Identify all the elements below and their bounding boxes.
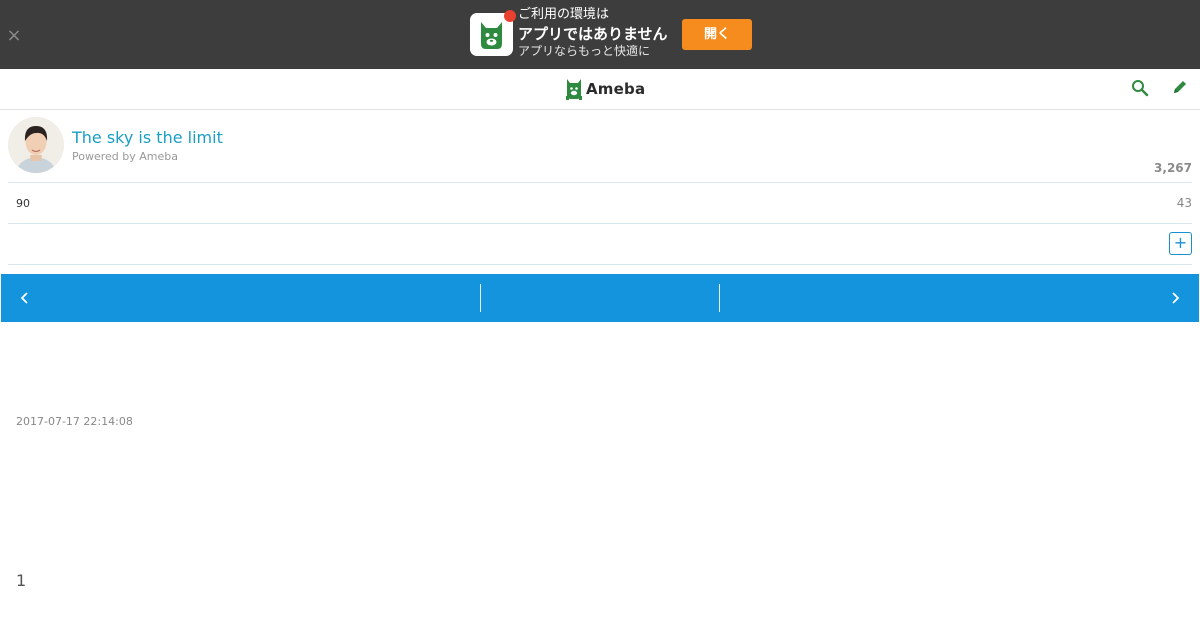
article-pager xyxy=(1,274,1199,322)
pager-center-section[interactable] xyxy=(481,274,719,322)
open-app-button[interactable]: 開く xyxy=(682,19,752,50)
chevron-left-icon[interactable] xyxy=(1,274,49,322)
follow-plus-button[interactable]: + xyxy=(1169,232,1192,255)
close-icon[interactable]: × xyxy=(6,27,22,45)
post-date: 2017-07-17 22:14:08 xyxy=(16,415,133,428)
site-header: Ameba xyxy=(0,69,1200,110)
app-install-banner: × ご利用の環境は アプリではありません アプリならもっと快適に 開く xyxy=(0,0,1200,69)
avatar[interactable] xyxy=(8,117,64,173)
banner-line-1: ご利用の環境は xyxy=(518,7,610,22)
blog-profile: The sky is the limit Powered by Ameba 3,… xyxy=(8,110,1192,183)
pencil-icon[interactable] xyxy=(1172,79,1188,99)
banner-text: ご利用の環境は アプリではありません アプリならもっと快適に xyxy=(518,7,668,59)
chevron-right-icon[interactable] xyxy=(1151,274,1199,322)
pager-next-section[interactable] xyxy=(720,274,1151,322)
banner-line-3: アプリならもっと快適に xyxy=(518,44,651,58)
stat-right-value: 43 xyxy=(1176,196,1192,210)
ameba-logo-icon xyxy=(566,79,582,100)
search-icon[interactable] xyxy=(1131,79,1149,101)
follow-row: + xyxy=(8,224,1192,265)
banner-line-2: アプリではありません xyxy=(518,25,668,43)
stats-row: 90 43 xyxy=(8,183,1192,224)
powered-by-text: Powered by Ameba xyxy=(72,150,178,163)
logo-text: Ameba xyxy=(586,80,646,98)
blog-title[interactable]: The sky is the limit xyxy=(72,128,223,147)
page-number: 1 xyxy=(16,571,27,590)
stat-left-value: 90 xyxy=(16,197,30,210)
pager-prev-section[interactable] xyxy=(49,274,480,322)
notification-badge xyxy=(504,10,516,22)
reader-count: 3,267 xyxy=(1154,161,1192,175)
